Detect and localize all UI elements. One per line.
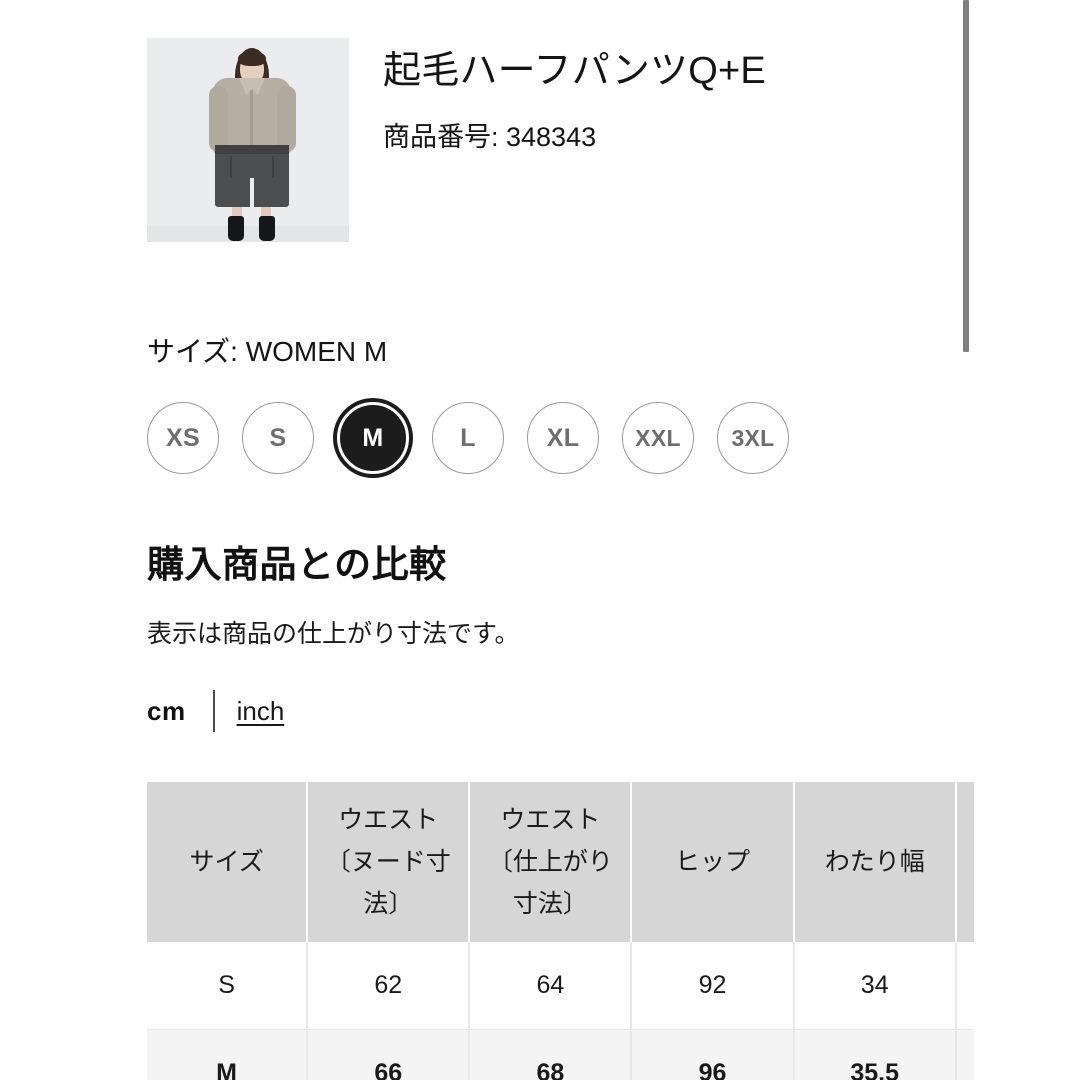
unit-toggle: cm inch <box>147 690 974 732</box>
cell-thigh: 34 <box>794 942 957 1030</box>
unit-divider <box>212 690 215 732</box>
size-table: サイズ ウエスト〔ヌード寸法〕 ウエスト〔仕上がり寸法〕 ヒップ わたり幅 S … <box>147 782 974 1080</box>
col-header-thigh: わたり幅 <box>794 782 957 942</box>
col-header-waist-nude: ウエスト〔ヌード寸法〕 <box>308 782 471 942</box>
model-sleeve-right <box>277 86 296 152</box>
photo-background <box>147 226 349 242</box>
product-info: 起毛ハーフパンツQ+E 商品番号: 348343 <box>349 38 766 155</box>
table-row[interactable]: M 66 68 96 35.5 <box>147 1030 974 1080</box>
size-chip-s[interactable]: S <box>242 402 314 474</box>
size-chip-xs[interactable]: XS <box>147 402 219 474</box>
model-boot-right <box>259 216 275 241</box>
model-shorts-pleat-right <box>272 156 274 178</box>
size-chip-xl[interactable]: XL <box>527 402 599 474</box>
page-scrollbar-thumb[interactable] <box>963 0 969 352</box>
product-number: 商品番号: 348343 <box>383 122 597 153</box>
page-root: 起毛ハーフパンツQ+E 商品番号: 348343 サイズ: WOMEN M XS… <box>0 0 1080 1080</box>
cell-waist-nude: 66 <box>308 1030 471 1080</box>
col-header-waist-finished: ウエスト〔仕上がり寸法〕 <box>470 782 633 942</box>
size-table-scroll-container[interactable]: サイズ ウエスト〔ヌード寸法〕 ウエスト〔仕上がり寸法〕 ヒップ わたり幅 S … <box>147 782 974 1080</box>
unit-inch-link[interactable]: inch <box>237 696 285 727</box>
cell-waist-finished: 64 <box>470 942 633 1030</box>
size-table-head: サイズ ウエスト〔ヌード寸法〕 ウエスト〔仕上がり寸法〕 ヒップ わたり幅 <box>147 782 974 942</box>
model-sleeve-left <box>209 86 228 152</box>
col-header-hip: ヒップ <box>632 782 795 942</box>
unit-cm-active[interactable]: cm <box>147 696 186 727</box>
size-chip-xxl[interactable]: XXL <box>622 402 694 474</box>
product-header: 起毛ハーフパンツQ+E 商品番号: 348343 <box>147 0 974 242</box>
model-boot-left <box>228 216 244 241</box>
comparison-note: 表示は商品の仕上がり寸法です。 <box>147 620 520 648</box>
model-shirt-placket <box>250 90 253 152</box>
cell-waist-nude: 62 <box>308 942 471 1030</box>
cell-size: S <box>147 942 309 1030</box>
size-table-body: S 62 64 92 34 M 66 68 96 35.5 <box>147 942 974 1080</box>
model-shorts-waistband <box>215 145 289 154</box>
size-label: サイズ: WOMEN M <box>147 336 388 367</box>
size-chip-l[interactable]: L <box>432 402 504 474</box>
size-chip-m[interactable]: M <box>337 402 409 474</box>
comparison-heading: 購入商品との比較 <box>147 544 447 585</box>
size-chip-3xl[interactable]: 3XL <box>717 402 789 474</box>
product-title: 起毛ハーフパンツQ+E <box>383 50 766 92</box>
cell-size: M <box>147 1030 309 1080</box>
size-table-header-row: サイズ ウエスト〔ヌード寸法〕 ウエスト〔仕上がり寸法〕 ヒップ わたり幅 <box>147 782 974 942</box>
content-column: 起毛ハーフパンツQ+E 商品番号: 348343 サイズ: WOMEN M XS… <box>147 0 974 1080</box>
model-shorts-inseam <box>250 178 254 207</box>
size-options: XS S M L XL XXL 3XL <box>147 402 974 474</box>
cell-hip: 92 <box>632 942 795 1030</box>
model-shorts-pleat-left <box>230 156 232 178</box>
col-header-size: サイズ <box>147 782 309 942</box>
cell-thigh: 35.5 <box>794 1030 957 1080</box>
table-row[interactable]: S 62 64 92 34 <box>147 942 974 1030</box>
product-photo[interactable] <box>147 38 349 242</box>
cell-hip: 96 <box>632 1030 795 1080</box>
model-fringe <box>238 51 266 66</box>
cell-waist-finished: 68 <box>470 1030 633 1080</box>
